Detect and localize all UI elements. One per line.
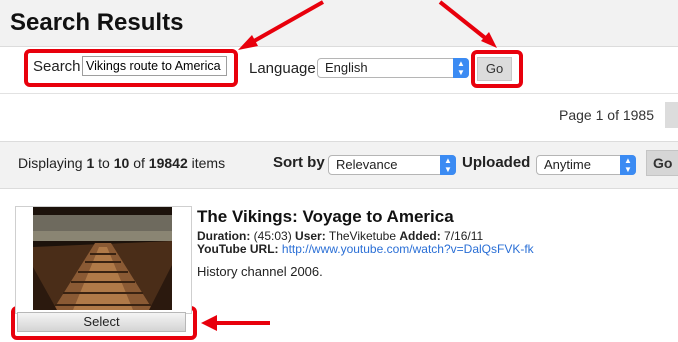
uploaded-label: Uploaded: [462, 154, 531, 171]
video-thumbnail[interactable]: [33, 207, 172, 310]
highlight-box-search: [24, 49, 238, 87]
youtube-url-link[interactable]: http://www.youtube.com/watch?v=DalQsFVK-…: [282, 242, 534, 256]
filter-go-button[interactable]: Go: [646, 150, 678, 176]
viking-ship-thumbnail-image: [33, 207, 172, 310]
uploaded-select[interactable]: Anytime ▲ ▼: [536, 155, 636, 175]
select-arrows-icon: ▲ ▼: [453, 58, 469, 78]
language-select-value: English: [325, 60, 368, 75]
result-meta: Duration: (45:03) User: TheViketube Adde…: [197, 229, 534, 256]
select-arrows-icon: ▲ ▼: [620, 155, 636, 175]
language-select[interactable]: English ▲ ▼: [317, 58, 469, 78]
page-indicator: Page 1 of 1985: [559, 107, 654, 123]
result-title[interactable]: The Vikings: Voyage to America: [197, 207, 454, 227]
results-toolbar: Displaying 1 to 10 of 19842 items Sort b…: [0, 141, 678, 189]
select-button[interactable]: Select: [17, 312, 186, 332]
language-label: Language: [249, 60, 316, 77]
sort-label: Sort by: [273, 154, 325, 171]
sort-select[interactable]: Relevance ▲ ▼: [328, 155, 456, 175]
page-title: Search Results: [10, 9, 184, 36]
result-count: Displaying 1 to 10 of 19842 items: [18, 155, 226, 171]
arrow-head-icon: [201, 315, 217, 331]
uploaded-select-value: Anytime: [544, 157, 591, 172]
sort-select-value: Relevance: [336, 157, 398, 172]
highlight-box-go: [471, 50, 523, 88]
result-description: History channel 2006.: [197, 264, 323, 279]
pagination-row: Page 1 of 1985: [0, 93, 678, 134]
select-arrows-icon: ▲ ▼: [440, 155, 456, 175]
title-bar: Search Results: [0, 0, 678, 47]
pager-button[interactable]: [665, 102, 678, 128]
